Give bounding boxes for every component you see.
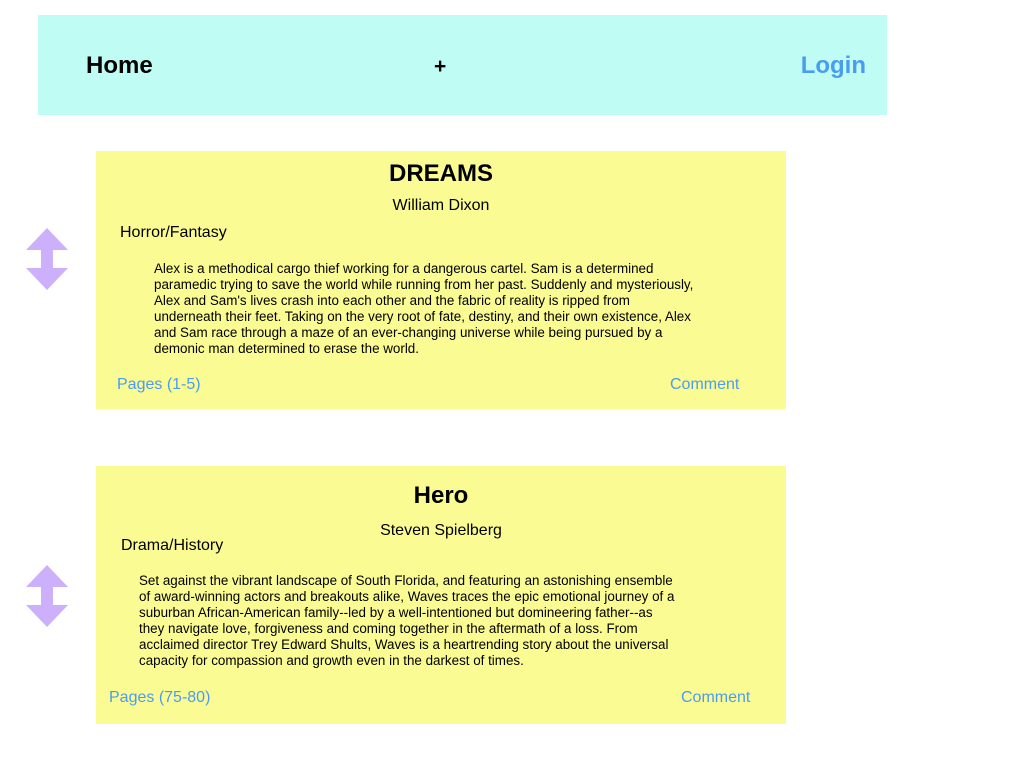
sort-arrows-icon[interactable]	[26, 565, 68, 627]
story-card: Hero Steven Spielberg Drama/History Set …	[96, 466, 786, 724]
sort-arrows-icon[interactable]	[26, 228, 68, 290]
story-description: Set against the vibrant landscape of Sou…	[139, 573, 675, 668]
top-navbar: Home + Login	[38, 15, 887, 115]
home-link[interactable]: Home	[86, 52, 153, 80]
pages-link[interactable]: Pages (1-5)	[117, 375, 201, 394]
story-genre: Horror/Fantasy	[120, 224, 227, 241]
pages-link[interactable]: Pages (75-80)	[109, 688, 210, 707]
story-title: DREAMS	[388, 160, 493, 187]
story-genre: Drama/History	[121, 537, 224, 554]
story-description: Alex is a methodical cargo thief working…	[154, 261, 694, 356]
story-author: William Dixon	[392, 197, 490, 214]
comment-link[interactable]: Comment	[681, 688, 750, 707]
story-card: DREAMS William Dixon Horror/Fantasy Alex…	[96, 151, 786, 409]
story-title: Hero	[413, 482, 469, 509]
comment-link[interactable]: Comment	[670, 375, 739, 394]
login-link[interactable]: Login	[801, 52, 866, 80]
add-story-button[interactable]: +	[434, 55, 446, 79]
